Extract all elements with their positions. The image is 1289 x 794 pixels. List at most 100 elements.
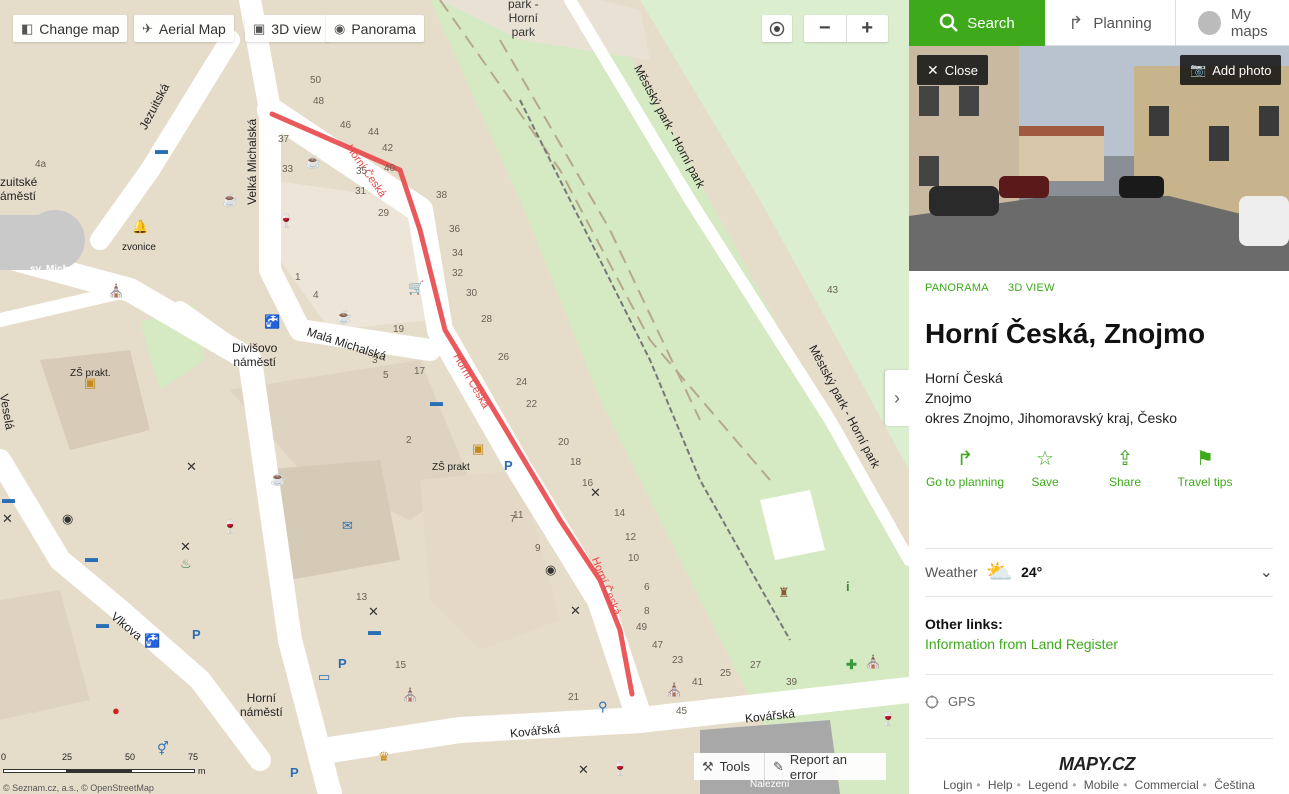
search-icon	[939, 13, 959, 32]
restaurant-icon[interactable]: ✕	[180, 540, 191, 553]
zoom-in-button[interactable]: +	[847, 15, 889, 42]
spa-icon[interactable]: ♨	[180, 557, 192, 570]
scale-label: 50	[125, 752, 136, 762]
tab-planning[interactable]: ↱ Planning	[1045, 0, 1176, 46]
divider	[925, 548, 1273, 549]
restaurant-icon[interactable]: ✕	[186, 460, 197, 473]
bar-icon[interactable]: 🍷	[222, 520, 238, 533]
hotel-icon[interactable]: ▬	[85, 551, 98, 564]
change-map-label: Change map	[39, 20, 120, 37]
pharmacy-icon[interactable]: ✚	[846, 658, 857, 671]
place-address: Horní Česká Znojmo okres Znojmo, Jihomor…	[925, 368, 1177, 428]
restaurant-icon[interactable]: ✕	[368, 605, 379, 618]
mapy-cz-logo[interactable]: MAPY.CZ	[1059, 754, 1135, 775]
house-number: 14	[614, 508, 626, 519]
hotel-icon[interactable]: ▬	[368, 624, 381, 637]
pub-icon[interactable]: ◉	[545, 563, 556, 576]
house-number: 25	[720, 668, 732, 679]
chevron-down-icon[interactable]: ⌄	[1260, 562, 1273, 582]
restaurant-icon[interactable]: ✕	[570, 604, 581, 617]
house-number: 43	[827, 285, 839, 296]
water-tap-icon[interactable]: 🚰	[144, 634, 160, 647]
view-3d-link[interactable]: 3D VIEW	[1008, 282, 1055, 294]
copyright-text[interactable]: © Seznam.cz, a.s., © OpenStreetMap	[3, 783, 154, 793]
pub-icon[interactable]: ◉	[62, 512, 73, 525]
house-number: 26	[498, 352, 510, 363]
tab-search[interactable]: Search	[909, 0, 1045, 46]
parking-icon[interactable]: P	[192, 628, 201, 641]
weather-label: Weather	[925, 564, 978, 580]
hotel-icon[interactable]: ▬	[96, 617, 109, 630]
help-link[interactable]: Help	[988, 778, 1013, 792]
weather-row[interactable]: Weather ⛅ 24° ⌄	[925, 556, 1273, 588]
cafe-icon[interactable]: ☕	[305, 155, 321, 168]
close-button[interactable]: ✕ Close	[917, 55, 988, 85]
bus-icon[interactable]: ▭	[318, 670, 330, 683]
change-map-button[interactable]: ◧ Change map	[13, 15, 128, 42]
cafe-icon[interactable]: ☕	[222, 193, 238, 206]
castle-icon[interactable]: ♜	[778, 586, 790, 599]
bell-icon[interactable]: 🔔	[132, 220, 148, 233]
cafe-icon[interactable]: ☕	[336, 310, 352, 323]
logo-text: MAPY.CZ	[1059, 754, 1135, 774]
info-icon[interactable]: i	[846, 580, 850, 593]
parking-icon[interactable]: P	[338, 657, 347, 670]
school-icon[interactable]: ▣	[472, 442, 484, 455]
tools-button[interactable]: ⚒ Tools	[694, 753, 764, 780]
address-line: Horní Česká	[925, 370, 1003, 386]
church-icon[interactable]: ⛪	[402, 688, 418, 701]
restaurant-icon[interactable]: ✕	[590, 486, 601, 499]
hotel-icon[interactable]: ▬	[430, 395, 443, 408]
cafe-icon[interactable]: ☕	[270, 472, 286, 485]
toilets-icon[interactable]: ⚥	[157, 742, 169, 755]
gps-row[interactable]: GPS	[925, 694, 975, 709]
parking-icon[interactable]: P	[290, 766, 299, 779]
water-tap-icon[interactable]: 🚰	[264, 315, 280, 328]
road	[90, 30, 240, 250]
save-button[interactable]: ☆ Save	[1005, 448, 1085, 490]
church-icon[interactable]: ⛪	[108, 284, 124, 297]
bank-icon[interactable]: ●	[112, 704, 120, 717]
aerial-map-button[interactable]: ✈ Aerial Map	[134, 15, 234, 42]
report-error-button[interactable]: ✎ Report an error	[764, 752, 886, 782]
mobile-link[interactable]: Mobile	[1084, 778, 1119, 792]
panorama-link[interactable]: PANORAMA	[925, 282, 989, 294]
parking-icon[interactable]: P	[504, 459, 513, 472]
street-label-velka-michalska: Velká Michalská	[245, 118, 260, 205]
church-icon[interactable]: ⛪	[666, 683, 682, 696]
bicycle-icon[interactable]: ⚲	[598, 700, 608, 713]
trophy-icon[interactable]: ♛	[378, 750, 390, 763]
login-link[interactable]: Login	[943, 778, 972, 792]
go-to-planning-button[interactable]: ↱ Go to planning	[925, 448, 1005, 490]
house-number: 33	[282, 164, 294, 175]
hotel-icon[interactable]: ▬	[2, 492, 15, 505]
church-icon[interactable]: ⛪	[865, 655, 881, 668]
panorama-button[interactable]: ◉ Panorama	[326, 15, 424, 42]
hotel-icon[interactable]: ▬	[155, 143, 168, 156]
bar-icon[interactable]: 🍷	[880, 712, 896, 725]
school-icon[interactable]: ▣	[84, 376, 96, 389]
house-number: 20	[558, 437, 570, 448]
travel-tips-button[interactable]: ⚑ Travel tips	[1165, 448, 1245, 490]
land-register-link[interactable]: Information from Land Register	[925, 636, 1118, 652]
route-icon: ↱	[1068, 12, 1084, 33]
commercial-link[interactable]: Commercial	[1135, 778, 1199, 792]
legend-link[interactable]: Legend	[1028, 778, 1068, 792]
restaurant-icon[interactable]: ✕	[2, 512, 13, 525]
zoom-out-button[interactable]: −	[804, 15, 847, 42]
my-location-button[interactable]	[762, 15, 792, 42]
language-link[interactable]: Čeština	[1214, 778, 1255, 792]
collapse-panel-button[interactable]: ›	[885, 370, 909, 426]
crosshair-icon	[769, 21, 785, 36]
panorama-photo[interactable]: ✕ Close 📷 Add photo	[909, 46, 1289, 271]
add-photo-button[interactable]: 📷 Add photo	[1180, 55, 1282, 85]
bar-icon[interactable]: 🍷	[612, 762, 628, 775]
shopping-cart-icon[interactable]: 🛒	[408, 281, 424, 294]
mail-icon[interactable]: ✉	[342, 519, 353, 532]
map-canvas[interactable]: Jezuitská Velká Michalská Malá Michalská…	[0, 0, 909, 794]
restaurant-icon[interactable]: ✕	[578, 763, 589, 776]
view-3d-button[interactable]: ▣ 3D view	[245, 15, 330, 42]
tab-my-maps[interactable]: My maps	[1176, 0, 1289, 46]
wine-icon[interactable]: 🍷	[278, 214, 294, 227]
share-button[interactable]: ⇪ Share	[1085, 448, 1165, 490]
